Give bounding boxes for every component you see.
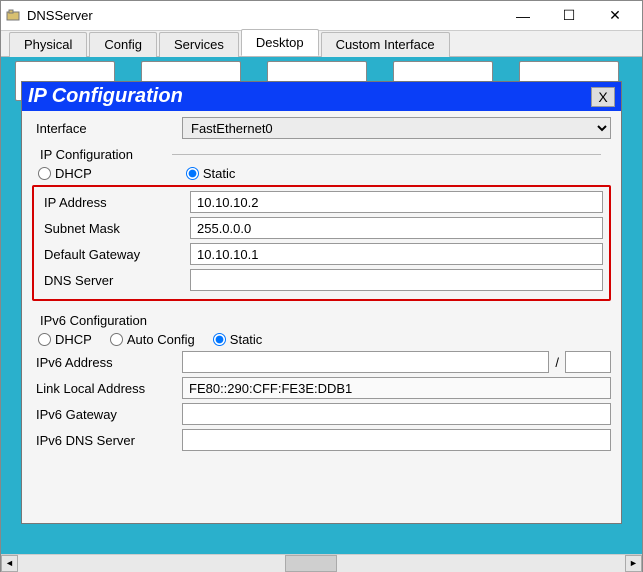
ipv6-auto-radio-input[interactable] — [110, 333, 123, 346]
ipv6-address-input[interactable] — [182, 351, 549, 373]
horizontal-scrollbar[interactable]: ◄ ► — [1, 554, 642, 571]
dns-server-label: DNS Server — [40, 271, 190, 290]
app-window: DNSServer — ☐ ✕ Physical Config Services… — [0, 0, 643, 572]
ipv4-dhcp-radio-input[interactable] — [38, 167, 51, 180]
minimize-button[interactable]: — — [500, 1, 546, 31]
ipv6-dns-input[interactable] — [182, 429, 611, 451]
ipv4-mode-row: DHCP Static — [32, 164, 611, 185]
ipv6-dns-label: IPv6 DNS Server — [32, 431, 182, 450]
close-button[interactable]: ✕ — [592, 1, 638, 31]
divider — [172, 154, 601, 155]
dns-server-input[interactable] — [190, 269, 603, 291]
desktop-area: IP Configuration X Interface FastEtherne… — [1, 57, 642, 554]
ipv6-gateway-label: IPv6 Gateway — [32, 405, 182, 424]
ip-address-input[interactable] — [190, 191, 603, 213]
interface-select[interactable]: FastEthernet0 — [182, 117, 611, 139]
ipv4-static-radio[interactable]: Static — [186, 166, 236, 181]
ipv4-group-label: IP Configuration — [32, 143, 611, 164]
ipv4-static-radio-input[interactable] — [186, 167, 199, 180]
ipv6-prefix-input[interactable] — [565, 351, 611, 373]
ipv6-gateway-input[interactable] — [182, 403, 611, 425]
default-gateway-input[interactable] — [190, 243, 603, 265]
ipv6-static-radio[interactable]: Static — [213, 332, 263, 347]
app-icon — [5, 8, 21, 24]
link-local-input[interactable] — [182, 377, 611, 399]
tab-desktop[interactable]: Desktop — [241, 29, 319, 56]
ipv6-static-radio-input[interactable] — [213, 333, 226, 346]
ipv6-address-label: IPv6 Address — [32, 353, 182, 372]
interface-label: Interface — [32, 119, 182, 138]
scroll-left-button[interactable]: ◄ — [1, 555, 18, 572]
tab-custom-interface[interactable]: Custom Interface — [321, 32, 450, 57]
ip-config-window: IP Configuration X Interface FastEtherne… — [21, 81, 622, 524]
ip-config-body: Interface FastEthernet0 IP Configuration… — [22, 111, 621, 523]
titlebar: DNSServer — ☐ ✕ — [1, 1, 642, 31]
tab-services[interactable]: Services — [159, 32, 239, 57]
ipv4-dhcp-radio[interactable]: DHCP — [38, 166, 92, 181]
tab-config[interactable]: Config — [89, 32, 157, 57]
scroll-right-button[interactable]: ► — [625, 555, 642, 572]
subnet-mask-input[interactable] — [190, 217, 603, 239]
scroll-track[interactable] — [18, 555, 625, 572]
window-title: DNSServer — [27, 8, 500, 23]
ipv6-mode-row: DHCP Auto Config Static — [32, 330, 611, 351]
maximize-button[interactable]: ☐ — [546, 1, 592, 31]
ip-address-label: IP Address — [40, 193, 190, 212]
ip-config-titlebar: IP Configuration X — [22, 82, 621, 111]
default-gateway-label: Default Gateway — [40, 245, 190, 264]
ip-config-close-button[interactable]: X — [591, 87, 615, 107]
ip-config-title: IP Configuration — [28, 85, 591, 108]
tab-physical[interactable]: Physical — [9, 32, 87, 57]
ipv6-dhcp-radio-input[interactable] — [38, 333, 51, 346]
ipv6-group-label: IPv6 Configuration — [32, 309, 611, 330]
scroll-thumb[interactable] — [285, 555, 337, 572]
link-local-label: Link Local Address — [32, 379, 182, 398]
ipv6-dhcp-radio[interactable]: DHCP — [38, 332, 92, 347]
tabbar: Physical Config Services Desktop Custom … — [1, 31, 642, 57]
ipv6-auto-radio[interactable]: Auto Config — [110, 332, 195, 347]
ipv4-fields-highlight: IP Address Subnet Mask Default Gateway D… — [32, 185, 611, 301]
ipv6-prefix-separator: / — [553, 355, 561, 370]
subnet-mask-label: Subnet Mask — [40, 219, 190, 238]
